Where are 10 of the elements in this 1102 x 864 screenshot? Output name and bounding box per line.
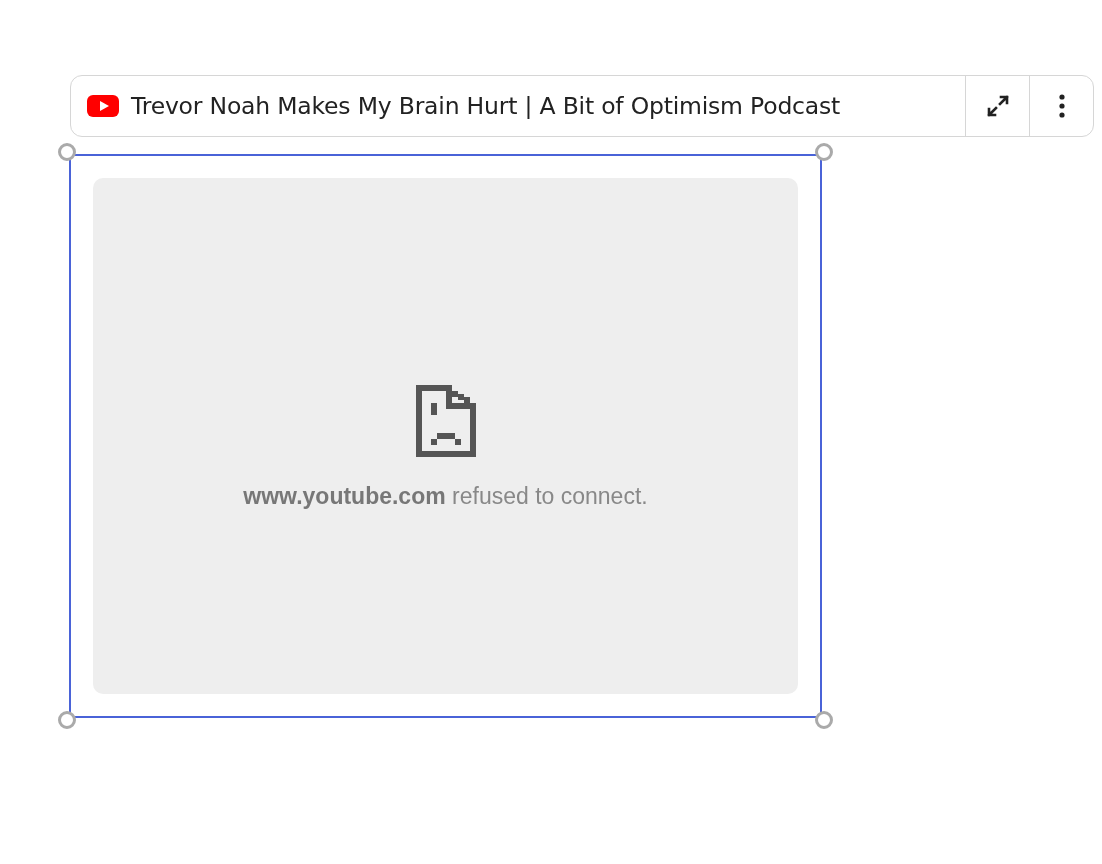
embed-title: Trevor Noah Makes My Brain Hurt | A Bit of Optimism Podcast <box>131 92 841 120</box>
more-icon <box>1058 94 1065 118</box>
error-message: www.youtube.com refused to connect. <box>243 482 648 510</box>
resize-handle[interactable] <box>58 143 76 161</box>
resize-handle[interactable] <box>815 143 833 161</box>
video-play-icon <box>87 95 119 117</box>
resize-handle[interactable] <box>58 711 76 729</box>
embed-frame[interactable]: www.youtube.com refused to connect. <box>69 154 822 718</box>
resize-handle[interactable] <box>815 711 833 729</box>
sad-document-icon <box>415 384 476 457</box>
